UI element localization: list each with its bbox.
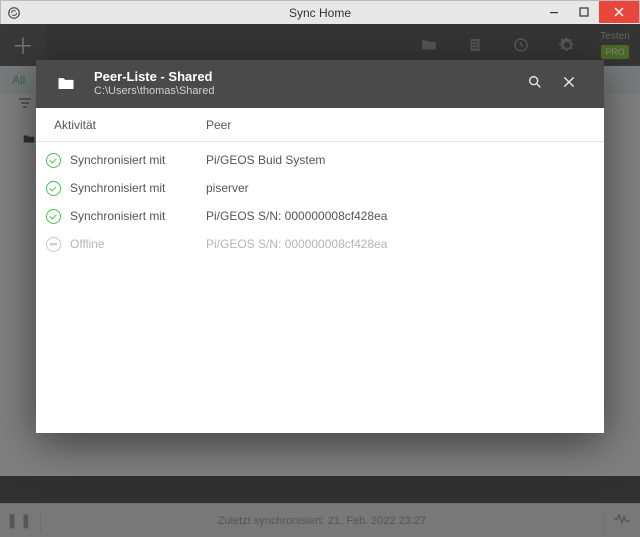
minimize-button[interactable] <box>539 1 569 23</box>
search-icon[interactable] <box>518 74 552 95</box>
activity-text: Synchronisiert mit <box>70 209 206 223</box>
synced-icon <box>36 181 70 196</box>
table-row[interactable]: Synchronisiert mitPi/GEOS S/N: 000000008… <box>36 202 604 230</box>
titlebar: Sync Home <box>0 0 640 24</box>
modal-path: C:\Users\thomas\Shared <box>94 85 518 99</box>
offline-icon <box>36 237 70 252</box>
synced-icon <box>36 209 70 224</box>
close-icon[interactable] <box>552 74 586 95</box>
modal-title: Peer-Liste - Shared <box>94 69 518 85</box>
activity-text: Synchronisiert mit <box>70 153 206 167</box>
table-row[interactable]: OfflinePi/GEOS S/N: 000000008cf428ea <box>36 230 604 258</box>
peer-text: Pi/GEOS S/N: 000000008cf428ea <box>206 209 604 223</box>
app-icon <box>7 6 21 20</box>
peer-text: Pi/GEOS S/N: 000000008cf428ea <box>206 237 604 251</box>
activity-text: Offline <box>70 237 206 251</box>
activity-text: Synchronisiert mit <box>70 181 206 195</box>
modal-header: Peer-Liste - Shared C:\Users\thomas\Shar… <box>36 60 604 108</box>
table-row[interactable]: Synchronisiert mitpiserver <box>36 174 604 202</box>
window-controls <box>539 1 639 23</box>
column-activity: Aktivität <box>36 118 206 132</box>
column-peer: Peer <box>206 118 604 132</box>
table-body: Synchronisiert mitPi/GEOS Buid SystemSyn… <box>36 142 604 433</box>
table-row[interactable]: Synchronisiert mitPi/GEOS Buid System <box>36 146 604 174</box>
folder-icon <box>54 74 78 94</box>
peer-text: piserver <box>206 181 604 195</box>
table-header: Aktivität Peer <box>36 108 604 142</box>
peer-text: Pi/GEOS Buid System <box>206 153 604 167</box>
synced-icon <box>36 153 70 168</box>
maximize-button[interactable] <box>569 1 599 23</box>
peer-list-modal: Peer-Liste - Shared C:\Users\thomas\Shar… <box>36 60 604 433</box>
close-window-button[interactable] <box>599 1 639 23</box>
